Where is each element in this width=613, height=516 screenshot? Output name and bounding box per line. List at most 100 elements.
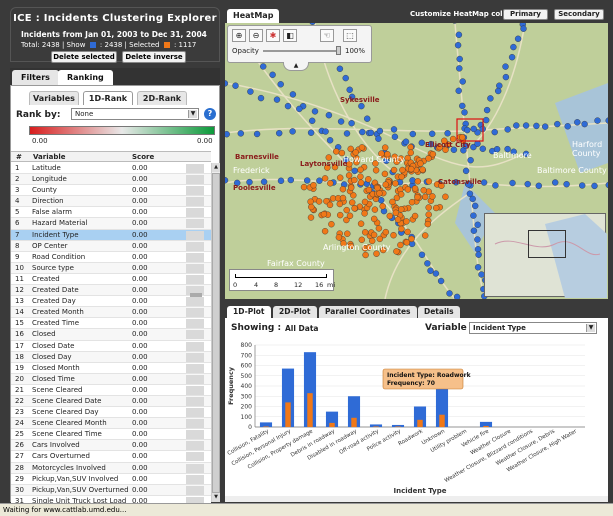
incident-point[interactable] (307, 129, 315, 136)
incident-point[interactable] (316, 177, 323, 184)
table-row[interactable]: 5 False alarm 0.00 (11, 207, 211, 219)
incident-point[interactable] (504, 126, 511, 133)
col-header-number[interactable]: # (16, 153, 22, 161)
bar-selected[interactable] (439, 414, 445, 427)
delete-selected-button[interactable]: Delete selected (51, 51, 117, 63)
incident-point[interactable] (358, 144, 366, 151)
incident-point[interactable] (253, 130, 261, 138)
table-row[interactable]: 12 Created Date 0.00 (11, 285, 211, 297)
incident-point[interactable] (367, 129, 375, 137)
incident-point[interactable] (483, 106, 491, 114)
incident-point[interactable] (336, 174, 344, 181)
incident-point[interactable] (470, 125, 477, 133)
tab-2d-rank[interactable]: 2D-Rank (137, 91, 187, 105)
table-row[interactable]: 2 Longitude 0.00 (11, 174, 211, 186)
incident-point[interactable] (446, 290, 453, 297)
incident-point[interactable] (407, 143, 414, 151)
incident-point[interactable] (320, 210, 328, 218)
col-header-score[interactable]: Score (132, 153, 154, 161)
incident-point[interactable] (480, 179, 488, 186)
incident-point[interactable] (300, 183, 308, 191)
incident-point[interactable] (335, 234, 343, 241)
incident-point[interactable] (321, 175, 329, 182)
incident-point[interactable] (389, 198, 396, 206)
table-row[interactable]: 16 Closed 0.00 (11, 329, 211, 341)
incident-point[interactable] (348, 119, 355, 127)
incident-point[interactable] (328, 220, 335, 228)
bar-selected[interactable] (373, 426, 379, 427)
incident-point[interactable] (492, 182, 499, 189)
pan-hand-icon[interactable]: ☜ (320, 29, 334, 42)
incident-point[interactable] (470, 212, 477, 219)
incident-point[interactable] (308, 203, 315, 211)
bar-selected[interactable] (263, 426, 269, 427)
incident-point[interactable] (459, 134, 466, 141)
incident-point[interactable] (257, 94, 265, 102)
incident-point[interactable] (533, 122, 540, 130)
incident-point[interactable] (339, 185, 347, 193)
incident-point[interactable] (495, 87, 502, 95)
incident-point[interactable] (372, 167, 380, 174)
incident-point[interactable] (542, 123, 549, 130)
incident-point[interactable] (424, 260, 431, 267)
incident-point[interactable] (326, 137, 334, 144)
table-row[interactable]: 25 Scene Cleared Time 0.00 (11, 429, 211, 441)
incident-point[interactable] (425, 155, 432, 162)
incident-point[interactable] (399, 166, 406, 174)
incident-point[interactable] (404, 228, 411, 236)
bar-selected[interactable] (307, 393, 313, 427)
incident-point[interactable] (403, 218, 410, 225)
incident-point[interactable] (397, 241, 404, 249)
tab-ranking[interactable]: Ranking (58, 70, 113, 85)
bar-selected[interactable] (483, 425, 489, 427)
incident-point[interactable] (456, 65, 463, 72)
incident-point[interactable] (390, 166, 398, 174)
incident-point[interactable] (289, 91, 297, 98)
incident-point[interactable] (343, 130, 351, 137)
incident-point[interactable] (277, 81, 284, 88)
incident-point[interactable] (579, 182, 586, 189)
incident-point[interactable] (381, 144, 389, 151)
incident-point[interactable] (414, 178, 422, 185)
incident-point[interactable] (554, 120, 561, 128)
incident-point[interactable] (442, 193, 449, 201)
bar-selected[interactable] (285, 402, 291, 427)
incident-point[interactable] (391, 133, 399, 141)
incident-point[interactable] (428, 130, 436, 138)
map-view[interactable]: Frederick Sykesville Ellicott City Balti… (225, 23, 608, 299)
selection-tool-icon[interactable]: ✱ (266, 29, 280, 42)
incident-point[interactable] (296, 105, 303, 113)
bar-shown[interactable] (259, 422, 273, 427)
incident-point[interactable] (411, 185, 419, 192)
incident-point[interactable] (370, 215, 378, 223)
incident-point[interactable] (386, 212, 394, 220)
incident-point[interactable] (310, 181, 317, 189)
incident-point[interactable] (392, 209, 400, 217)
table-row[interactable]: 3 County 0.00 (11, 185, 211, 197)
incident-point[interactable] (344, 230, 351, 237)
incident-point[interactable] (424, 220, 432, 228)
scroll-thumb[interactable] (212, 173, 220, 493)
table-row[interactable]: 26 Cars Involved 0.00 (11, 440, 211, 452)
incident-point[interactable] (390, 126, 398, 133)
incident-point[interactable] (509, 179, 516, 187)
secondary-color-button[interactable]: Secondary (554, 9, 604, 20)
incident-point[interactable] (327, 180, 334, 187)
incident-point[interactable] (307, 214, 315, 221)
overview-viewport[interactable] (528, 230, 566, 258)
table-row[interactable]: 20 Closed Time 0.00 (11, 373, 211, 385)
bar-selected[interactable] (329, 422, 335, 427)
incident-point[interactable] (382, 181, 389, 188)
incident-point[interactable] (419, 166, 426, 173)
incident-point[interactable] (535, 182, 542, 190)
table-scrollbar[interactable]: ▲ ▼ (211, 163, 220, 502)
incident-point[interactable] (524, 180, 531, 188)
incident-point[interactable] (339, 194, 347, 202)
incident-point[interactable] (381, 170, 389, 178)
table-row[interactable]: 9 Road Condition 0.00 (11, 251, 211, 263)
incident-point[interactable] (365, 176, 372, 183)
incident-point[interactable] (347, 145, 354, 153)
table-row[interactable]: 1 Latitude 0.00 (11, 163, 211, 175)
incident-point[interactable] (574, 119, 581, 126)
incident-point[interactable] (357, 166, 364, 174)
